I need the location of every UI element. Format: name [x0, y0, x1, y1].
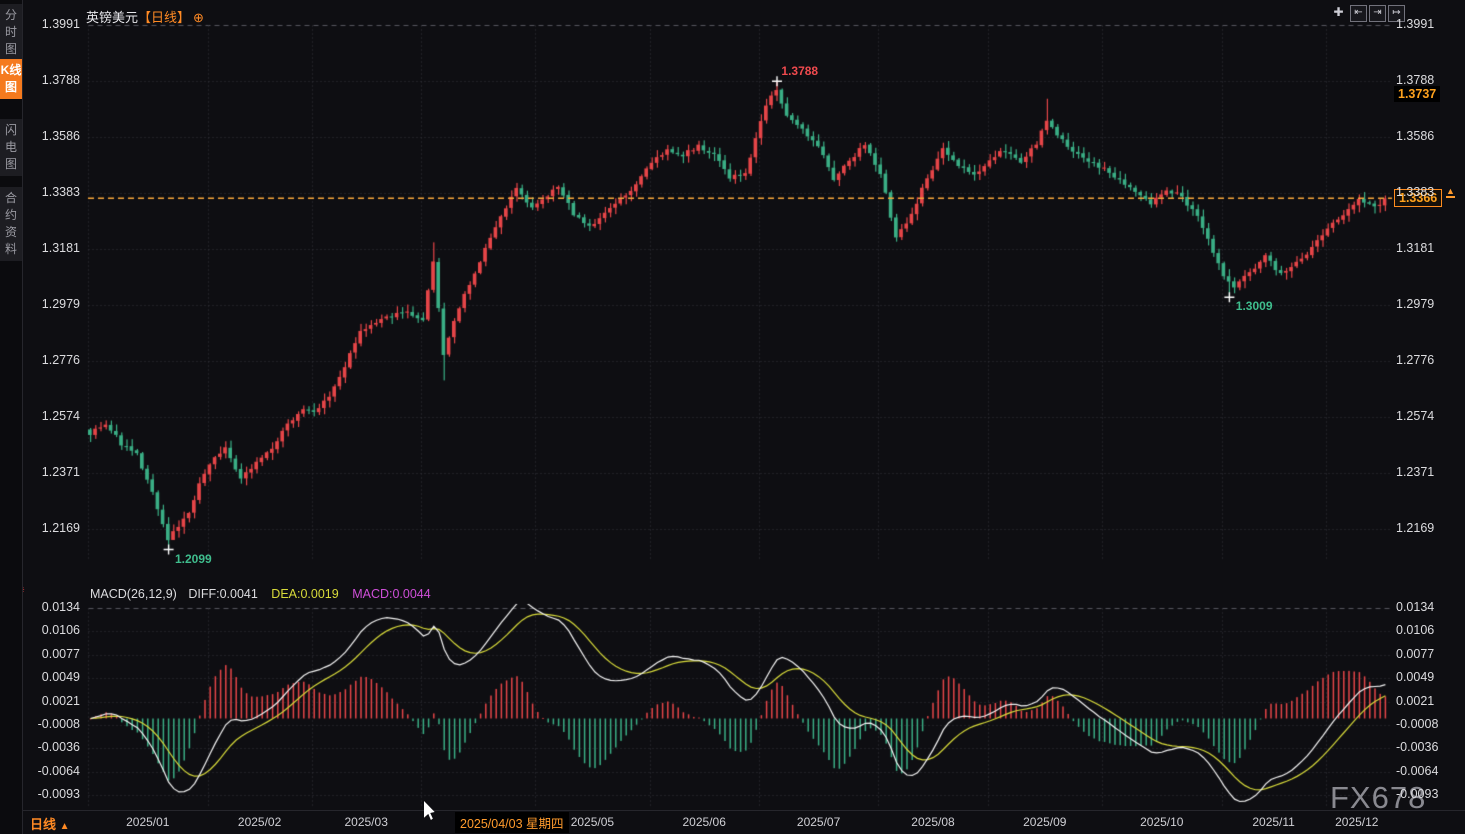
goto-latest-icon[interactable]: ↦	[1388, 5, 1405, 22]
price-marker-icon[interactable]: ▲	[1446, 187, 1455, 198]
sidebar-item-contract-info[interactable]: 合约资料	[0, 187, 22, 261]
period-selector-label: 日线	[30, 817, 56, 832]
candlestick-chart[interactable]	[0, 0, 1465, 834]
crosshair-date-badge: 2025/04/03 星期四	[455, 812, 569, 833]
sidebar-item-time-chart[interactable]: 分时图	[0, 4, 22, 61]
trading-app-window: 分时图 K线图 闪电图 合约资料 英镑美元【日线】⊕ ✚ ⇤ ⇥ ↦ MACD(…	[0, 0, 1465, 834]
period-selector[interactable]: 日线 ▲	[30, 814, 70, 833]
settings-icon[interactable]: ⊕	[193, 10, 204, 25]
zoom-out-range-icon[interactable]: ⇤	[1350, 5, 1367, 22]
period-up-arrow-icon: ▲	[60, 821, 70, 832]
sidebar-item-kline-chart[interactable]: K线图	[0, 59, 22, 99]
time-axis-divider	[22, 810, 1465, 811]
chart-type-sidebar: 分时图 K线图 闪电图 合约资料	[0, 0, 23, 834]
move-tool-icon[interactable]: ✚	[1331, 5, 1346, 20]
sidebar-item-lightning-chart[interactable]: 闪电图	[0, 119, 22, 176]
zoom-in-range-icon[interactable]: ⇥	[1369, 5, 1386, 22]
